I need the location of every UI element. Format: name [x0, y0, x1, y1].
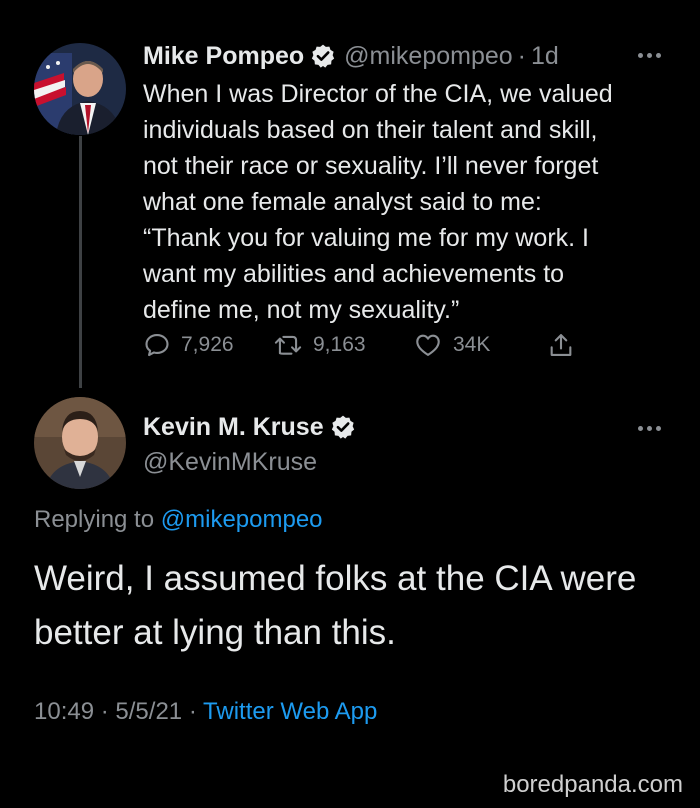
reply-count: 7,926	[181, 333, 234, 356]
separator-dot: ·	[100, 698, 109, 725]
tweet1-text: When I was Director of the CIA, we value…	[143, 76, 683, 328]
tweet-text-line: Weird, I assumed folks at the CIA were	[34, 559, 637, 598]
author-name[interactable]: Mike Pompeo	[143, 40, 304, 72]
more-options-icon[interactable]	[636, 424, 664, 432]
retweet-icon	[274, 335, 302, 355]
retweet-count: 9,163	[313, 333, 366, 356]
tweet-text-line: what one female analyst said to me:	[143, 188, 542, 216]
heart-icon	[416, 334, 440, 356]
avatar-kevin-m-kruse[interactable]	[34, 397, 126, 489]
tweet-text-line: define me, not my sexuality.”	[143, 296, 460, 324]
tweet-age[interactable]: 1d	[531, 40, 559, 72]
author-name[interactable]: Kevin M. Kruse	[143, 410, 324, 444]
tweet-text-line: not their race or sexuality. I’ll never …	[143, 152, 599, 180]
author-handle[interactable]: @KevinMKruse	[143, 446, 317, 478]
tweet2-metadata: 10:49 · 5/5/21 · Twitter Web App	[34, 696, 377, 728]
tweet1-header: Mike Pompeo @mikepompeo · 1d	[143, 40, 559, 72]
tweet-text-line: want my abilities and achievements to	[143, 260, 565, 288]
share-button[interactable]	[547, 328, 585, 362]
watermark: boredpanda.com	[502, 771, 683, 798]
replying-to-handle-link[interactable]: @mikepompeo	[161, 506, 323, 533]
separator-dot: ·	[188, 698, 197, 725]
reply-icon	[145, 334, 169, 357]
separator-dot: ·	[517, 42, 526, 70]
share-icon	[550, 334, 572, 356]
tweet2-text: Weird, I assumed folks at the CIA were b…	[34, 552, 674, 660]
tweet-text-line: When I was Director of the CIA, we value…	[143, 80, 613, 108]
tweet-text-line: better at lying than this.	[34, 613, 396, 652]
reply-button[interactable]: 7,926	[143, 328, 234, 362]
retweet-button[interactable]: 9,163	[273, 328, 366, 362]
thread-connector-line	[79, 136, 82, 388]
tweet-source-link[interactable]: Twitter Web App	[203, 698, 377, 725]
like-button[interactable]: 34K	[413, 328, 490, 362]
tweet2-name-row: Kevin M. Kruse	[143, 410, 364, 444]
tweet-date[interactable]: 5/5/21	[115, 698, 182, 725]
replying-to-label: Replying to	[34, 506, 155, 533]
avatar-mike-pompeo[interactable]	[34, 43, 126, 135]
verified-badge-icon	[330, 414, 356, 440]
replying-to-line: Replying to @mikepompeo	[34, 504, 323, 536]
like-count: 34K	[453, 333, 491, 356]
tweet-text-line: “Thank you for valuing me for my work. I	[143, 224, 589, 252]
more-options-icon[interactable]	[636, 51, 664, 59]
verified-badge-icon	[310, 43, 336, 69]
author-handle[interactable]: @mikepompeo	[344, 40, 513, 72]
tweet-time[interactable]: 10:49	[34, 698, 94, 725]
tweet-text-line: individuals based on their talent and sk…	[143, 116, 598, 144]
